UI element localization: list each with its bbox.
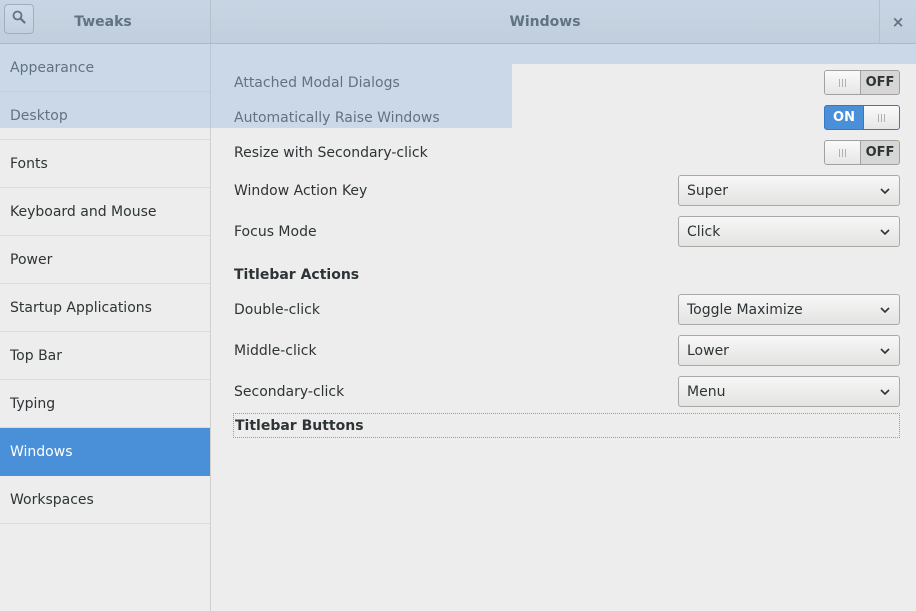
- setting-label: Middle-click: [234, 342, 317, 359]
- chevron-down-icon: [879, 185, 891, 197]
- search-icon: [12, 10, 26, 28]
- sidebar-item-startup-applications[interactable]: Startup Applications: [0, 284, 210, 332]
- section-heading: Titlebar Actions: [234, 267, 360, 283]
- dropdown-value: Super: [687, 182, 729, 199]
- window-action-key-dropdown[interactable]: Super: [678, 175, 900, 206]
- sidebar-item-label: Top Bar: [10, 347, 63, 364]
- setting-row-auto-raise-windows: Automatically Raise Windows ON: [234, 104, 900, 131]
- setting-label: Resize with Secondary-click: [234, 144, 428, 161]
- page-title: Windows: [509, 13, 581, 30]
- setting-row-resize-secondary-click: Resize with Secondary-click OFF: [234, 139, 900, 166]
- sidebar-item-fonts[interactable]: Fonts: [0, 140, 210, 188]
- sidebar-item-label: Windows: [10, 443, 73, 460]
- setting-row-attached-modal-dialogs: Attached Modal Dialogs OFF: [234, 69, 900, 96]
- sidebar-item-power[interactable]: Power: [0, 236, 210, 284]
- sidebar-item-keyboard-and-mouse[interactable]: Keyboard and Mouse: [0, 188, 210, 236]
- sidebar-item-label: Startup Applications: [10, 299, 152, 316]
- middle-click-dropdown[interactable]: Lower: [678, 335, 900, 366]
- header-bar: Tweaks Windows ×: [0, 0, 916, 44]
- double-click-dropdown[interactable]: Toggle Maximize: [678, 294, 900, 325]
- setting-row-secondary-click: Secondary-click Menu: [234, 375, 900, 408]
- section-heading: Titlebar Buttons: [235, 417, 364, 434]
- sidebar: Appearance Desktop Fonts Keyboard and Mo…: [0, 44, 211, 611]
- setting-row-window-action-key: Window Action Key Super: [234, 174, 900, 207]
- dropdown-value: Toggle Maximize: [687, 301, 803, 318]
- setting-label: Window Action Key: [234, 182, 368, 199]
- attached-modal-dialogs-switch[interactable]: OFF: [824, 70, 900, 95]
- section-titlebar-actions: Titlebar Actions: [234, 264, 900, 286]
- switch-knob: [863, 106, 899, 129]
- chevron-down-icon: [879, 386, 891, 398]
- auto-raise-windows-switch[interactable]: ON: [824, 105, 900, 130]
- sidebar-item-desktop[interactable]: Desktop: [0, 92, 210, 140]
- sidebar-item-workspaces[interactable]: Workspaces: [0, 476, 210, 524]
- sidebar-item-appearance[interactable]: Appearance: [0, 44, 210, 92]
- setting-label: Focus Mode: [234, 223, 317, 240]
- sidebar-item-windows[interactable]: Windows: [0, 428, 210, 476]
- dropdown-value: Menu: [687, 383, 726, 400]
- dropdown-value: Lower: [687, 342, 729, 359]
- sidebar-item-label: Fonts: [10, 155, 48, 172]
- switch-knob: [825, 141, 861, 164]
- setting-label: Secondary-click: [234, 383, 345, 400]
- dropdown-value: Click: [687, 223, 721, 240]
- close-button[interactable]: ×: [880, 0, 916, 43]
- sidebar-item-label: Workspaces: [10, 491, 94, 508]
- sidebar-item-label: Desktop: [10, 107, 68, 124]
- focus-mode-dropdown[interactable]: Click: [678, 216, 900, 247]
- resize-secondary-click-switch[interactable]: OFF: [824, 140, 900, 165]
- setting-label: Attached Modal Dialogs: [234, 74, 400, 91]
- sidebar-item-label: Typing: [10, 395, 56, 412]
- switch-state-text: ON: [833, 110, 855, 125]
- section-titlebar-buttons[interactable]: Titlebar Buttons: [233, 413, 900, 438]
- settings-panel: Attached Modal Dialogs OFF Automatically…: [211, 44, 916, 611]
- search-button[interactable]: [4, 4, 34, 34]
- setting-row-middle-click: Middle-click Lower: [234, 334, 900, 367]
- switch-knob: [825, 71, 861, 94]
- chevron-down-icon: [879, 304, 891, 316]
- switch-state-text: OFF: [865, 145, 895, 160]
- setting-label: Double-click: [234, 301, 320, 318]
- close-icon: ×: [891, 12, 905, 31]
- secondary-click-dropdown[interactable]: Menu: [678, 376, 900, 407]
- setting-row-focus-mode: Focus Mode Click: [234, 215, 900, 248]
- sidebar-item-label: Appearance: [10, 59, 95, 76]
- sidebar-item-label: Keyboard and Mouse: [10, 203, 157, 220]
- sidebar-item-typing[interactable]: Typing: [0, 380, 210, 428]
- sidebar-item-label: Power: [10, 251, 53, 268]
- switch-state-text: OFF: [865, 75, 895, 90]
- chevron-down-icon: [879, 345, 891, 357]
- app-title: Tweaks: [74, 13, 132, 30]
- sidebar-item-top-bar[interactable]: Top Bar: [0, 332, 210, 380]
- setting-row-double-click: Double-click Toggle Maximize: [234, 293, 900, 326]
- setting-label: Automatically Raise Windows: [234, 109, 440, 126]
- chevron-down-icon: [879, 226, 891, 238]
